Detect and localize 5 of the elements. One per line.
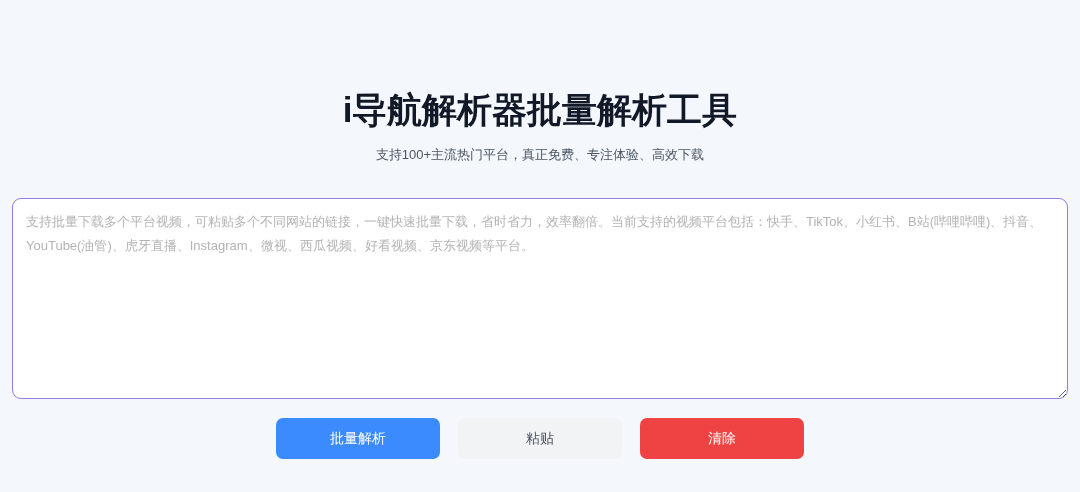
page-subtitle: 支持100+主流热门平台，真正免费、专注体验、高效下载 [375, 146, 705, 164]
clear-button[interactable]: 清除 [640, 418, 804, 459]
paste-button[interactable]: 粘贴 [458, 418, 622, 459]
parse-button[interactable]: 批量解析 [276, 418, 440, 459]
page-title: i导航解析器批量解析工具 [342, 89, 738, 131]
